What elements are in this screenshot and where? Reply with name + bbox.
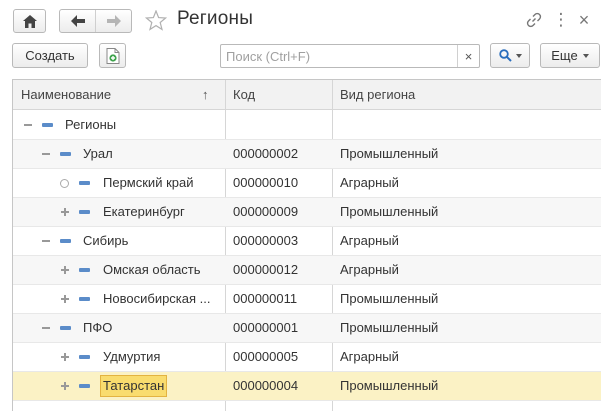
document-add-icon bbox=[106, 47, 119, 64]
cell-kind[interactable]: Аграрный bbox=[340, 343, 399, 371]
collapse-icon[interactable] bbox=[23, 120, 33, 130]
cell-code[interactable]: 000000003 bbox=[233, 227, 298, 255]
table-row[interactable]: Удмуртия 000000005 Аграрный bbox=[13, 343, 601, 372]
cell-kind[interactable]: Промышленный bbox=[340, 198, 438, 226]
item-icon bbox=[79, 297, 90, 301]
arrow-right-icon bbox=[106, 15, 121, 27]
more-vertical-icon[interactable]: ⋮ bbox=[551, 10, 571, 30]
table-row[interactable]: Омская область 000000012 Аграрный bbox=[13, 256, 601, 285]
cell-name[interactable]: ПФО bbox=[83, 314, 112, 342]
table-row[interactable]: Екатеринбург 000000009 Промышленный bbox=[13, 198, 601, 227]
favorite-button[interactable] bbox=[144, 8, 168, 32]
table-row[interactable]: Новосибирская ... 000000011 Промышленный bbox=[13, 285, 601, 314]
cell-kind[interactable]: Аграрный bbox=[340, 169, 399, 197]
cell-name[interactable]: Урал bbox=[83, 140, 113, 168]
cell-code[interactable]: 000000002 bbox=[233, 140, 298, 168]
table-row[interactable]: Пермский край 000000010 Аграрный bbox=[13, 169, 601, 198]
find-button[interactable] bbox=[490, 43, 530, 68]
item-icon bbox=[79, 384, 90, 388]
collapse-icon[interactable] bbox=[41, 236, 51, 246]
cell-code[interactable]: 000000004 bbox=[233, 372, 298, 400]
collapse-icon[interactable] bbox=[41, 323, 51, 333]
search-icon bbox=[498, 49, 512, 62]
star-icon bbox=[145, 9, 167, 31]
clear-search-button[interactable]: × bbox=[457, 45, 479, 67]
cell-name[interactable]: Екатеринбург bbox=[103, 198, 185, 226]
collapse-icon[interactable] bbox=[41, 149, 51, 159]
cell-name[interactable]: Новосибирская ... bbox=[103, 285, 211, 313]
search-field: × bbox=[220, 44, 480, 68]
back-button[interactable] bbox=[60, 10, 96, 32]
chevron-down-icon bbox=[582, 53, 589, 58]
column-header-code[interactable]: Код bbox=[233, 80, 255, 110]
create-button-label: Создать bbox=[25, 48, 75, 63]
item-icon bbox=[60, 239, 71, 243]
cell-name[interactable]: Омская область bbox=[103, 256, 201, 284]
leaf-circle-icon bbox=[60, 178, 69, 188]
more-button-label: Еще bbox=[551, 48, 578, 63]
create-button[interactable]: Создать bbox=[12, 43, 88, 68]
item-icon bbox=[79, 210, 90, 214]
cell-name[interactable]: Татарстан bbox=[100, 375, 168, 397]
item-icon bbox=[79, 268, 90, 272]
table-row[interactable]: Урал 000000002 Промышленный bbox=[13, 140, 601, 169]
cell-kind[interactable]: Промышленный bbox=[340, 140, 438, 168]
table-row[interactable]: Регионы bbox=[13, 111, 601, 140]
item-icon bbox=[79, 181, 90, 185]
expand-icon[interactable] bbox=[60, 381, 70, 391]
cell-code[interactable]: 000000012 bbox=[233, 256, 298, 284]
home-icon bbox=[22, 14, 37, 28]
item-icon bbox=[60, 152, 71, 156]
link-button[interactable] bbox=[524, 10, 544, 30]
cell-kind[interactable]: Аграрный bbox=[340, 227, 399, 255]
sort-ascending-icon: ↑ bbox=[202, 87, 209, 102]
expand-icon[interactable] bbox=[60, 294, 70, 304]
expand-icon[interactable] bbox=[60, 207, 70, 217]
forward-button[interactable] bbox=[96, 10, 131, 32]
cell-name[interactable]: Пермский край bbox=[103, 169, 193, 197]
item-icon bbox=[79, 355, 90, 359]
cell-kind[interactable]: Промышленный bbox=[340, 314, 438, 342]
cell-kind[interactable]: Промышленный bbox=[340, 372, 438, 400]
cell-code[interactable]: 000000010 bbox=[233, 169, 298, 197]
table-row[interactable]: Татарстан 000000004 Промышленный bbox=[13, 372, 601, 401]
table-row[interactable]: Сибирь 000000003 Аграрный bbox=[13, 227, 601, 256]
cell-code[interactable]: 000000001 bbox=[233, 314, 298, 342]
chevron-down-icon bbox=[515, 53, 522, 58]
arrow-left-icon bbox=[70, 15, 85, 27]
cell-kind[interactable]: Промышленный bbox=[340, 285, 438, 313]
cell-code[interactable]: 000000005 bbox=[233, 343, 298, 371]
table-header: Наименование ↑ Код Вид региона bbox=[13, 80, 601, 110]
cell-code[interactable]: 000000011 bbox=[233, 285, 297, 313]
cell-name[interactable]: Удмуртия bbox=[103, 343, 160, 371]
history-navigation bbox=[59, 9, 132, 33]
regions-table: Наименование ↑ Код Вид региона Регионы Ур… bbox=[12, 79, 601, 411]
column-header-name[interactable]: Наименование bbox=[21, 80, 225, 110]
cell-code[interactable]: 000000009 bbox=[233, 198, 298, 226]
search-input[interactable] bbox=[221, 45, 457, 67]
link-icon bbox=[526, 12, 542, 28]
expand-icon[interactable] bbox=[60, 265, 70, 275]
cell-name[interactable]: Сибирь bbox=[83, 227, 128, 255]
page-title: Регионы bbox=[177, 8, 254, 29]
close-icon[interactable]: × bbox=[574, 10, 594, 30]
column-header-kind[interactable]: Вид региона bbox=[340, 80, 415, 110]
more-button[interactable]: Еще bbox=[540, 43, 600, 68]
cell-name[interactable]: Регионы bbox=[65, 111, 116, 139]
create-copy-button[interactable] bbox=[99, 43, 126, 68]
item-icon bbox=[42, 123, 53, 127]
item-icon bbox=[60, 326, 71, 330]
expand-icon[interactable] bbox=[60, 352, 70, 362]
home-button[interactable] bbox=[13, 9, 46, 33]
table-row[interactable]: ПФО 000000001 Промышленный bbox=[13, 314, 601, 343]
cell-kind[interactable]: Аграрный bbox=[340, 256, 399, 284]
